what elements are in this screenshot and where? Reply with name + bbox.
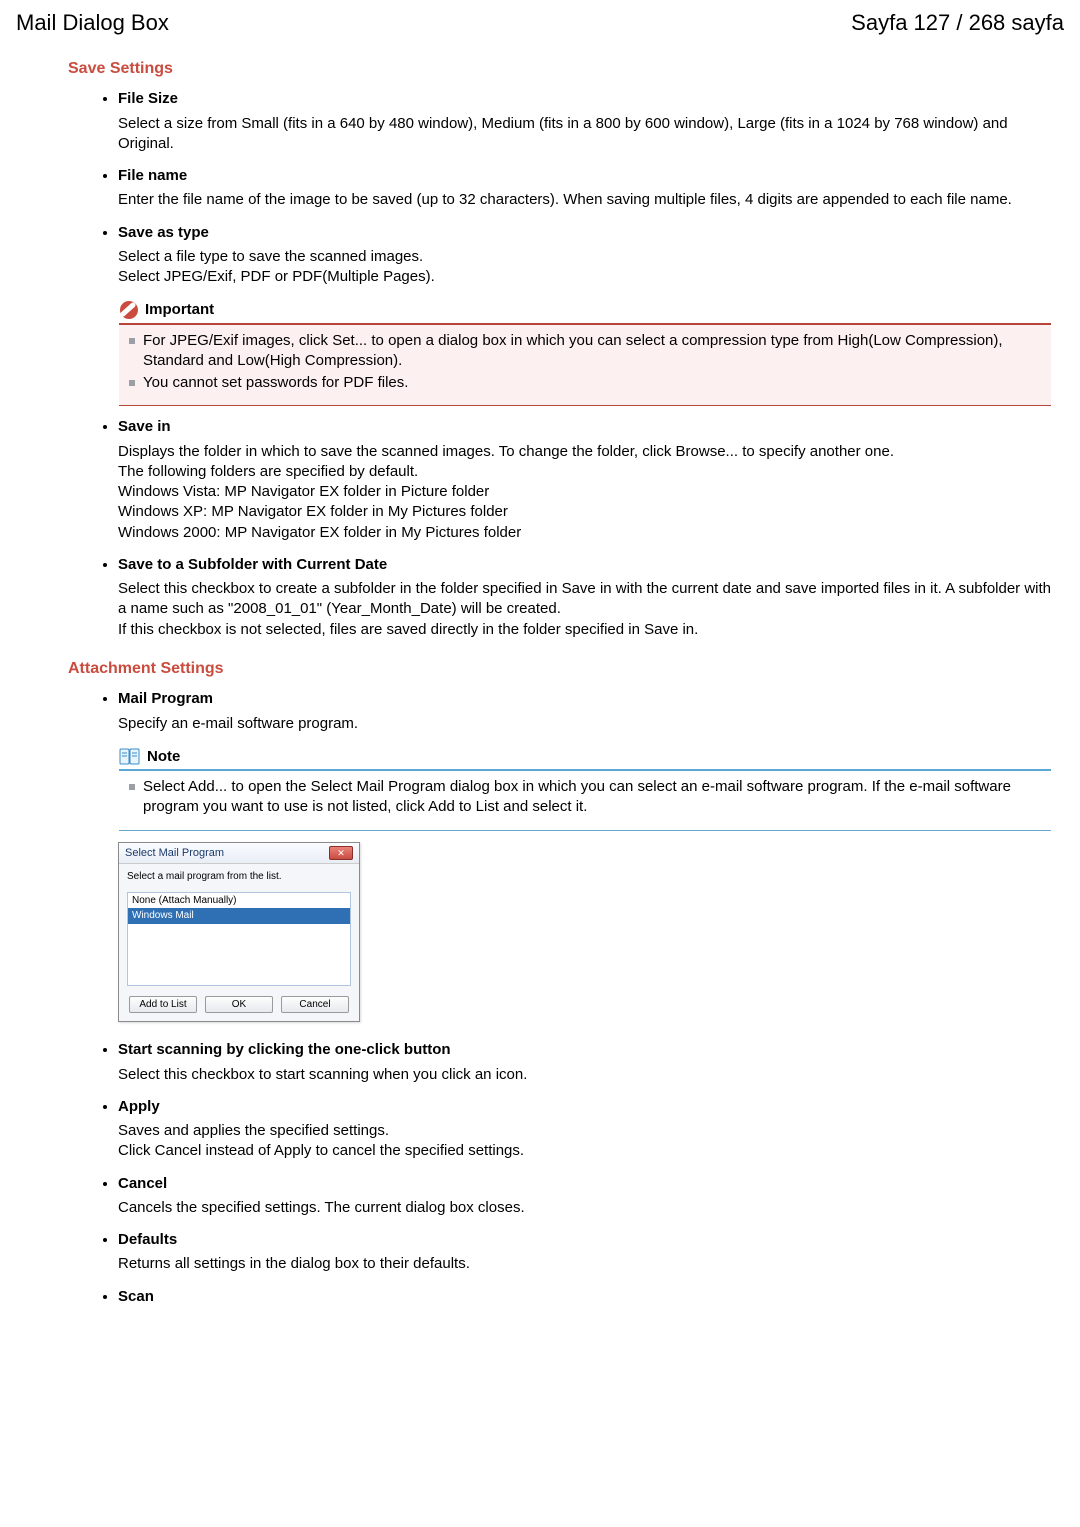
file-name-title: File name [118,166,187,186]
apply-line1: Saves and applies the specified settings… [118,1122,389,1139]
note-item-1: Select Add... to open the Select Mail Pr… [143,777,1041,818]
close-icon[interactable]: ✕ [329,846,353,860]
save-in-line4: Windows XP: MP Navigator EX folder in My… [118,503,508,520]
dialog-listbox[interactable]: None (Attach Manually) Windows Mail [127,892,351,986]
dialog-list-item-windows-mail[interactable]: Windows Mail [128,908,350,924]
cancel-title: Cancel [118,1174,167,1194]
add-to-list-button[interactable]: Add to List [129,996,197,1014]
header-left: Mail Dialog Box [16,8,169,38]
item-mail-program: Mail Program Specify an e-mail software … [118,689,1052,1022]
start-scanning-title: Start scanning by clicking the one-click… [118,1040,451,1060]
file-name-body: Enter the file name of the image to be s… [118,190,1052,210]
save-settings-title: Save Settings [68,58,1052,80]
header-right: Sayfa 127 / 268 sayfa [851,8,1064,38]
item-save-as-type: Save as type Select a file type to save … [118,223,1052,408]
attachment-settings-title: Attachment Settings [68,658,1052,680]
save-in-line3: Windows Vista: MP Navigator EX folder in… [118,483,489,500]
important-label: Important [145,300,214,320]
dialog-list-item-none[interactable]: None (Attach Manually) [128,893,350,909]
dialog-title-text: Select Mail Program [125,846,224,861]
attachment-settings-list: Mail Program Specify an e-mail software … [28,689,1052,1311]
cancel-dialog-button[interactable]: Cancel [281,996,349,1014]
dialog-prompt: Select a mail program from the list. [127,870,351,884]
important-body: For JPEG/Exif images, click Set... to op… [119,325,1051,406]
item-file-size: File Size Select a size from Small (fits… [118,89,1052,154]
defaults-body: Returns all settings in the dialog box t… [118,1254,1052,1274]
subfolder-body: Select this checkbox to create a subfold… [118,579,1052,640]
important-header: Important [119,300,1051,324]
apply-title: Apply [118,1097,160,1117]
ok-button[interactable]: OK [205,996,273,1014]
file-size-title: File Size [118,89,178,109]
save-in-line5: Windows 2000: MP Navigator EX folder in … [118,524,521,541]
select-mail-program-dialog: Select Mail Program ✕ Select a mail prog… [118,842,360,1023]
important-item-1: For JPEG/Exif images, click Set... to op… [143,331,1041,372]
save-in-line1: Displays the folder in which to save the… [118,443,894,460]
important-icon [119,300,139,320]
note-header: Note [119,747,1051,771]
save-settings-list: File Size Select a size from Small (fits… [28,89,1052,640]
scan-title: Scan [118,1287,154,1307]
save-as-type-body: Select a file type to save the scanned i… [118,247,1052,288]
page-header: Mail Dialog Box Sayfa 127 / 268 sayfa [16,8,1064,38]
dialog-titlebar: Select Mail Program ✕ [119,843,359,865]
save-as-type-line2: Select JPEG/Exif, PDF or PDF(Multiple Pa… [118,268,435,285]
save-in-line2: The following folders are specified by d… [118,463,418,480]
item-subfolder: Save to a Subfolder with Current Date Se… [118,555,1052,640]
note-box: Note Select Add... to open the Select Ma… [118,746,1052,832]
save-as-type-line1: Select a file type to save the scanned i… [118,248,423,265]
start-scanning-body: Select this checkbox to start scanning w… [118,1065,1052,1085]
subfolder-line2: If this checkbox is not selected, files … [118,621,698,638]
subfolder-title: Save to a Subfolder with Current Date [118,555,387,575]
important-box: Important For JPEG/Exif images, click Se… [118,299,1052,407]
note-body: Select Add... to open the Select Mail Pr… [119,771,1051,830]
mail-program-body: Specify an e-mail software program. [118,714,1052,734]
file-size-body: Select a size from Small (fits in a 640 … [118,114,1052,155]
item-file-name: File name Enter the file name of the ima… [118,166,1052,211]
mail-program-title: Mail Program [118,689,213,709]
item-cancel: Cancel Cancels the specified settings. T… [118,1174,1052,1219]
apply-line2: Click Cancel instead of Apply to cancel … [118,1142,524,1159]
subfolder-line1: Select this checkbox to create a subfold… [118,580,1051,617]
save-as-type-title: Save as type [118,223,209,243]
item-scan: Scan [118,1287,1052,1311]
save-in-title: Save in [118,417,171,437]
item-start-scanning: Start scanning by clicking the one-click… [118,1040,1052,1085]
note-label: Note [147,747,180,767]
note-icon [119,748,141,766]
cancel-body: Cancels the specified settings. The curr… [118,1198,1052,1218]
item-save-in: Save in Displays the folder in which to … [118,417,1052,543]
defaults-title: Defaults [118,1230,177,1250]
apply-body: Saves and applies the specified settings… [118,1121,1052,1162]
item-defaults: Defaults Returns all settings in the dia… [118,1230,1052,1275]
save-in-body: Displays the folder in which to save the… [118,442,1052,543]
item-apply: Apply Saves and applies the specified se… [118,1097,1052,1162]
important-item-2: You cannot set passwords for PDF files. [143,373,1041,393]
